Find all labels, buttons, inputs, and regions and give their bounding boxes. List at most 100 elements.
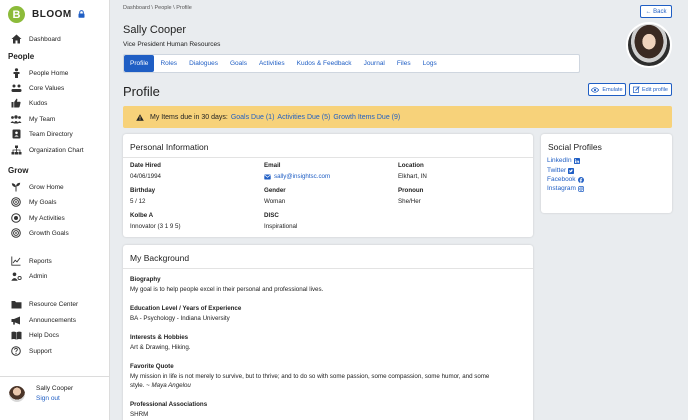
emulate-label: Emulate bbox=[602, 86, 623, 93]
sidebar-item-label: Core Values bbox=[29, 84, 65, 92]
associations-label: Professional Associations bbox=[130, 401, 208, 408]
growth-target-icon bbox=[10, 227, 22, 239]
sidebar-item-label: Team Directory bbox=[29, 130, 73, 138]
location-label: Location bbox=[398, 162, 424, 169]
interests-value: Art & Drawing, Hiking. bbox=[130, 344, 191, 351]
twitter-link[interactable]: Twitter bbox=[547, 167, 575, 174]
instagram-link[interactable]: Instagram bbox=[547, 185, 584, 192]
sidebar-item-my-activities[interactable]: My Activities bbox=[10, 212, 65, 224]
goals-due-link[interactable]: Goals Due (1) bbox=[231, 114, 275, 121]
question-icon bbox=[10, 345, 22, 357]
brand-name: BLOOM bbox=[32, 9, 72, 20]
sidebar-item-grow-home[interactable]: Grow Home bbox=[10, 181, 64, 193]
sidebar-item-people-home[interactable]: People Home bbox=[10, 67, 68, 79]
sidebar: B BLOOM Dashboard People People Home Cor… bbox=[0, 0, 110, 420]
sidebar-item-label: Kudos bbox=[29, 99, 48, 107]
sidebar-item-label: Announcements bbox=[29, 316, 76, 324]
sidebar-item-core-values[interactable]: Core Values bbox=[10, 82, 64, 94]
alert-text: My Items due in 30 days: bbox=[150, 113, 228, 121]
sidebar-item-resource-center[interactable]: Resource Center bbox=[10, 298, 78, 310]
email-label: Email bbox=[264, 162, 281, 169]
interests-label: Interests & Hobbies bbox=[130, 334, 189, 341]
nav-heading-grow: Grow bbox=[8, 166, 29, 175]
social-link-label: Facebook bbox=[547, 176, 576, 183]
target-icon bbox=[10, 196, 22, 208]
directory-icon bbox=[10, 128, 22, 140]
due-items-alert: My Items due in 30 days: Goals Due (1) A… bbox=[123, 106, 672, 128]
admin-icon bbox=[10, 270, 22, 282]
eye-icon bbox=[591, 86, 600, 93]
sidebar-item-announcements[interactable]: Announcements bbox=[10, 314, 76, 326]
back-button[interactable]: ← Back bbox=[640, 5, 672, 18]
my-background-card: My Background Biography My goal is to he… bbox=[123, 245, 533, 420]
sidebar-item-growth-goals[interactable]: Growth Goals bbox=[10, 227, 69, 239]
sidebar-item-kudos[interactable]: Kudos bbox=[10, 97, 47, 109]
growth-items-due-link[interactable]: Growth Items Due (9) bbox=[333, 114, 400, 121]
org-chart-icon bbox=[10, 144, 22, 156]
sidebar-item-label: Support bbox=[29, 347, 52, 355]
social-link-label: Twitter bbox=[547, 167, 567, 174]
sidebar-item-label: Resource Center bbox=[29, 300, 79, 308]
email-link[interactable]: sally@insightsc.com bbox=[274, 173, 330, 180]
sidebar-item-label: Help Docs bbox=[29, 331, 59, 339]
birthday-label: Birthday bbox=[130, 187, 156, 194]
tab-profile[interactable]: Profile bbox=[124, 55, 155, 72]
sidebar-item-label: My Goals bbox=[29, 198, 57, 206]
sidebar-item-my-goals[interactable]: My Goals bbox=[10, 196, 56, 208]
warning-icon bbox=[136, 113, 144, 121]
chart-icon bbox=[10, 255, 22, 267]
sidebar-item-admin[interactable]: Admin bbox=[10, 270, 47, 282]
tab-roles[interactable]: Roles bbox=[154, 55, 183, 72]
emulate-button[interactable]: Emulate bbox=[588, 83, 626, 96]
breadcrumb[interactable]: Dashboard \ People \ Profile bbox=[123, 5, 192, 11]
twitter-icon bbox=[568, 167, 575, 174]
sidebar-item-team-directory[interactable]: Team Directory bbox=[10, 128, 73, 140]
sidebar-item-label: Admin bbox=[29, 272, 48, 280]
quote-line-1: My mission in life is not merely to surv… bbox=[130, 373, 490, 380]
sidebar-item-help-docs[interactable]: Help Docs bbox=[10, 329, 59, 341]
facebook-link[interactable]: Facebook bbox=[547, 176, 584, 183]
book-icon bbox=[10, 329, 22, 341]
gender-label: Gender bbox=[264, 187, 286, 194]
sidebar-item-label: People Home bbox=[29, 69, 69, 77]
sidebar-item-dashboard[interactable]: Dashboard bbox=[10, 33, 61, 45]
tab-kudos-feedback[interactable]: Kudos & Feedback bbox=[291, 55, 358, 72]
tab-dialogues[interactable]: Dialogues bbox=[183, 55, 224, 72]
tab-logs[interactable]: Logs bbox=[417, 55, 443, 72]
logo[interactable]: B BLOOM bbox=[8, 6, 85, 23]
biography-value: My goal is to help people excel in their… bbox=[130, 286, 324, 293]
associations-value: SHRM bbox=[130, 411, 149, 418]
linkedin-link[interactable]: LinkedIn bbox=[547, 157, 580, 164]
pronoun-value: She/Her bbox=[398, 198, 421, 205]
tab-journal[interactable]: Journal bbox=[358, 55, 391, 72]
sign-out-link[interactable]: Sign out bbox=[36, 395, 60, 402]
social-link-label: LinkedIn bbox=[547, 157, 572, 164]
instagram-icon bbox=[577, 185, 584, 192]
social-link-label: Instagram bbox=[547, 185, 576, 192]
education-value: BA - Psychology - Indiana University bbox=[130, 315, 230, 322]
sidebar-item-reports[interactable]: Reports bbox=[10, 255, 52, 267]
avatar[interactable] bbox=[9, 386, 25, 402]
email-value[interactable]: sally@insightsc.com bbox=[264, 173, 330, 180]
tab-files[interactable]: Files bbox=[391, 55, 417, 72]
pronoun-label: Pronoun bbox=[398, 187, 424, 194]
location-value: Elkhart, IN bbox=[398, 173, 427, 180]
profile-tabs: Profile Roles Dialogues Goals Activities… bbox=[123, 54, 580, 73]
biography-label: Biography bbox=[130, 276, 161, 283]
sidebar-item-label: Reports bbox=[29, 257, 52, 265]
tab-goals[interactable]: Goals bbox=[224, 55, 253, 72]
sidebar-item-support[interactable]: Support bbox=[10, 345, 52, 357]
tab-activities[interactable]: Activities bbox=[253, 55, 291, 72]
edit-icon bbox=[633, 86, 640, 93]
sidebar-item-label: My Team bbox=[29, 115, 56, 123]
quote-line-2: style. ~ Maya Angelou bbox=[130, 382, 191, 389]
kolbe-value: Innovator (3 1 9 5) bbox=[130, 223, 181, 230]
sidebar-item-my-team[interactable]: My Team bbox=[10, 113, 55, 125]
edit-profile-button[interactable]: Edit profile bbox=[629, 83, 672, 96]
divider bbox=[123, 157, 533, 158]
activities-due-link[interactable]: Activities Due (5) bbox=[277, 114, 330, 121]
megaphone-icon bbox=[10, 314, 22, 326]
sidebar-item-org-chart[interactable]: Organization Chart bbox=[10, 144, 84, 156]
folder-icon bbox=[10, 298, 22, 310]
facebook-icon bbox=[577, 176, 584, 183]
